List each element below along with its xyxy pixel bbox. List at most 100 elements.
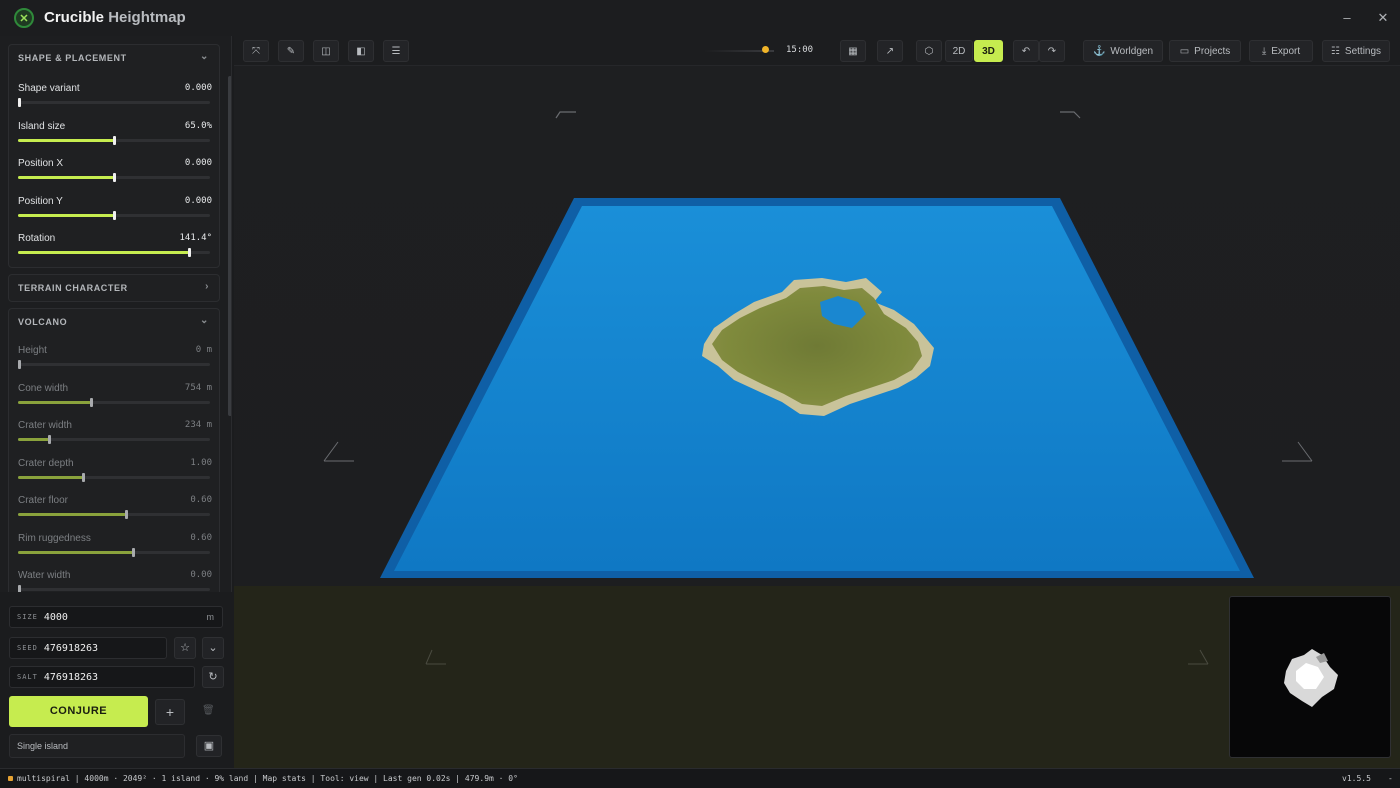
seed-value[interactable]: 476918263	[44, 643, 98, 654]
tool-layers-button[interactable]: ☰	[383, 40, 409, 62]
conjure-button[interactable]: CONJURE	[9, 696, 148, 727]
preset-image-button[interactable]: ▣	[196, 735, 222, 757]
slider-thumb[interactable]	[18, 360, 21, 369]
worldgen-button[interactable]: ⚓ Worldgen	[1083, 40, 1163, 62]
grid-icon: ▦	[848, 45, 858, 57]
app-logo-icon: ✕	[14, 8, 34, 28]
section-shape-header[interactable]: SHAPE & PLACEMENT ⌄	[9, 45, 219, 71]
slider-thumb[interactable]	[113, 173, 116, 182]
slider-thumb[interactable]	[47, 435, 51, 444]
favorite-seed-button[interactable]: ☆	[174, 637, 196, 659]
slider-label: Island size	[18, 120, 66, 132]
redo-button[interactable]: ↷	[1039, 40, 1065, 62]
slider-thumb[interactable]	[18, 98, 21, 107]
slider-value: 0.000	[184, 195, 212, 206]
slider-track[interactable]	[18, 135, 210, 145]
slider-height[interactable]: Height 0 m	[18, 345, 212, 375]
trash-icon[interactable]: 🗑	[202, 705, 215, 716]
slider-thumb[interactable]	[89, 397, 93, 407]
layers-icon: ☰	[391, 45, 401, 57]
section-terrain-character[interactable]: TERRAIN CHARACTER ›	[8, 274, 220, 302]
slider-thumb[interactable]	[18, 585, 21, 592]
slider-track[interactable]	[18, 510, 210, 519]
projects-label: Projects	[1194, 45, 1231, 57]
slider-value: 754 m	[184, 382, 212, 393]
section-volcano-header[interactable]: VOLCANO ⌄	[9, 309, 219, 335]
slider-value: 234 m	[184, 420, 212, 430]
terrain-viewport[interactable]	[234, 66, 1400, 768]
sun-icon[interactable]	[762, 46, 769, 53]
tool-stamp-button[interactable]: ◫	[313, 40, 339, 62]
size-value[interactable]: 4000	[44, 612, 68, 623]
slider-island-size[interactable]: Island size 65.0%	[18, 121, 212, 151]
close-icon[interactable]: ✕	[1374, 9, 1392, 27]
export-button[interactable]: ⤓ Export	[1249, 40, 1313, 62]
minimize-icon[interactable]: –	[1338, 9, 1356, 27]
seed-history-button[interactable]: ⌄	[202, 637, 224, 659]
slider-fill	[18, 176, 114, 179]
slider-shape-variant[interactable]: Shape variant 0.000	[18, 83, 212, 113]
salt-value[interactable]: 476918263	[44, 672, 98, 683]
slider-value: 0.00	[190, 570, 212, 580]
undo-button[interactable]: ↶	[1013, 40, 1039, 62]
cube-icon: ⬡	[924, 45, 934, 57]
section-terrain-header[interactable]: TERRAIN CHARACTER ›	[9, 275, 219, 301]
slider-value: 1.00	[190, 457, 212, 468]
slider-crater-floor[interactable]: Crater floor 0.60	[18, 495, 212, 525]
slider-position-x[interactable]: Position X 0.000	[18, 158, 212, 188]
sidebar-scrollbar[interactable]	[228, 76, 231, 416]
slider-thumb[interactable]	[132, 547, 136, 557]
grid-toggle-button[interactable]: ▦	[840, 40, 866, 62]
settings-button[interactable]: ☷ Settings	[1322, 40, 1390, 62]
mode-3d-button[interactable]: 3D	[974, 40, 1003, 62]
slider-thumb[interactable]	[187, 248, 191, 257]
slider-thumb[interactable]	[82, 472, 86, 482]
minimap-heightmap	[1284, 649, 1338, 707]
slider-track[interactable]	[18, 248, 210, 257]
size-field[interactable]: SIZE 4000 m	[9, 606, 223, 628]
slider-cone-width[interactable]: Cone width 754 m	[18, 383, 212, 413]
view-cube-button[interactable]: ⬡	[916, 40, 942, 62]
add-island-button[interactable]: +	[155, 699, 185, 725]
seed-field[interactable]: SEED 476918263	[9, 637, 167, 659]
slider-track[interactable]	[18, 397, 210, 407]
worldgen-label: Worldgen	[1110, 45, 1154, 57]
slider-crater-depth[interactable]: Crater depth 1.00	[18, 458, 212, 488]
stamp-icon: ◫	[321, 45, 331, 57]
slider-thumb[interactable]	[113, 210, 116, 220]
slider-rotation[interactable]: Rotation 141.4°	[18, 233, 212, 263]
export-label: Export	[1271, 45, 1301, 57]
slider-thumb[interactable]	[124, 510, 128, 519]
slider-rim-ruggedness[interactable]: Rim ruggedness 0.60	[18, 533, 212, 563]
projects-button[interactable]: ▭ Projects	[1169, 40, 1241, 62]
trend-button[interactable]: ↗	[877, 40, 903, 62]
app-title-main: Crucible	[44, 9, 105, 26]
slider-crater-width[interactable]: Crater width 234 m	[18, 420, 212, 450]
slider-track[interactable]	[18, 173, 210, 182]
slider-track[interactable]	[18, 435, 210, 444]
minimap[interactable]	[1229, 596, 1391, 758]
salt-label: SALT	[17, 673, 38, 681]
slider-water-width[interactable]: Water width 0.00	[18, 570, 212, 592]
slider-track[interactable]	[18, 547, 210, 557]
slider-track[interactable]	[18, 585, 210, 592]
slider-track[interactable]	[18, 360, 210, 369]
chevron-down-icon: ⌄	[200, 315, 209, 326]
terrain-scene[interactable]	[234, 66, 1400, 768]
slider-track[interactable]	[18, 98, 210, 107]
slider-track[interactable]	[18, 210, 210, 220]
tool-sculpt-button[interactable]: ⤧	[243, 40, 269, 62]
slider-thumb[interactable]	[113, 135, 116, 145]
salt-field[interactable]: SALT 476918263	[9, 666, 195, 688]
slider-value: 0.60	[190, 532, 212, 543]
slider-label: Cone width	[18, 382, 69, 394]
slider-position-y[interactable]: Position Y 0.000	[18, 196, 212, 226]
tool-paint-button[interactable]: ✎	[278, 40, 304, 62]
preset-select[interactable]: Single island	[9, 734, 185, 758]
slider-fill	[18, 550, 134, 554]
slider-label: Crater width	[18, 420, 72, 431]
tool-layout-button[interactable]: ◧	[348, 40, 374, 62]
slider-track[interactable]	[18, 472, 210, 482]
mode-2d-button[interactable]: 2D	[945, 40, 973, 62]
reroll-salt-button[interactable]: ↻	[202, 666, 224, 688]
